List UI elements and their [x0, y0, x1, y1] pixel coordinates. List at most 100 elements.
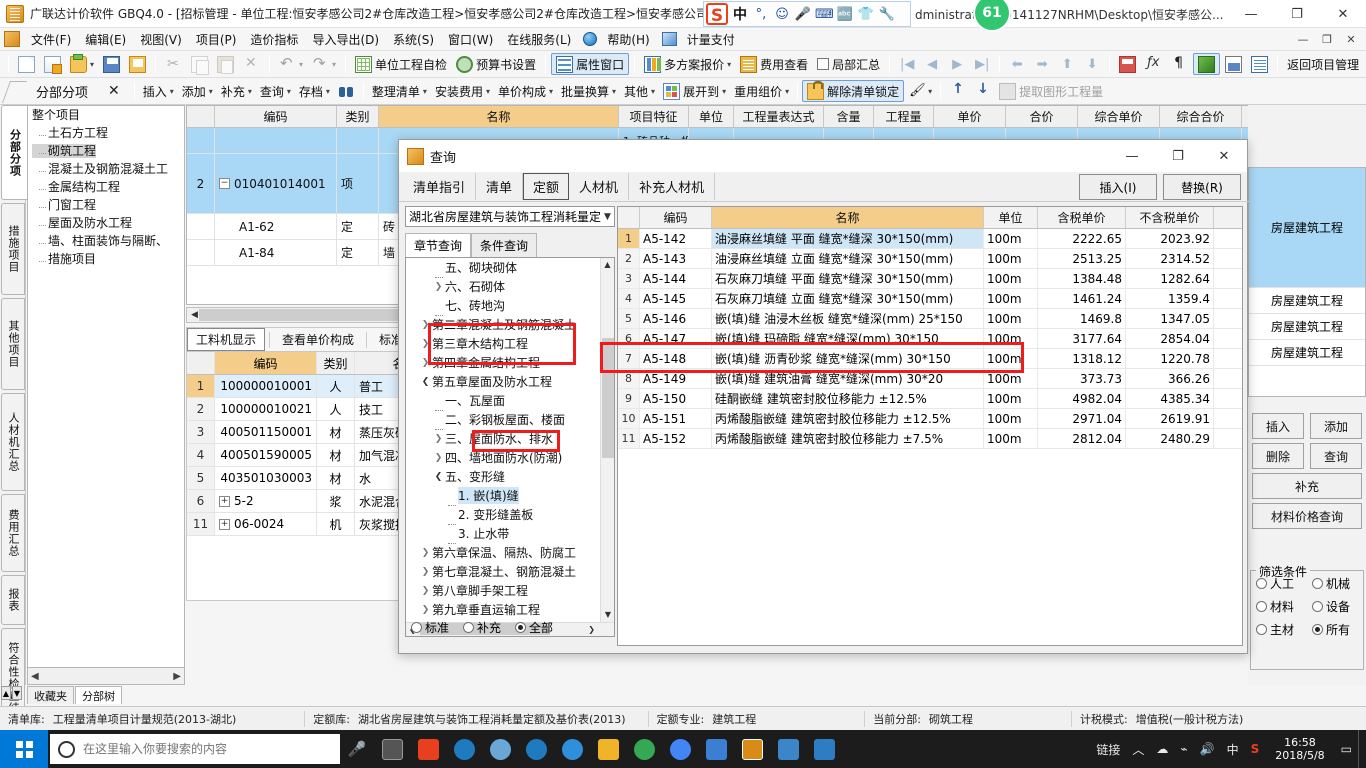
ime-chinese-icon[interactable]: 中: [731, 4, 749, 24]
return-project-button[interactable]: 返回项目管理: [1283, 53, 1363, 75]
tray-network-icon[interactable]: ⌁: [1174, 742, 1193, 756]
tree-node[interactable]: ❯ 第二章混凝土及钢筋混凝土: [406, 315, 602, 334]
tree-root[interactable]: 整个项目: [28, 106, 184, 124]
radio-icon[interactable]: [1312, 624, 1323, 635]
cell-unit[interactable]: 100m: [984, 409, 1038, 428]
taskbar-app-ie[interactable]: [554, 730, 590, 768]
tree-node[interactable]: 2. 变形缝盖板: [406, 505, 602, 525]
cell-untaxed-price[interactable]: 2480.29: [1126, 429, 1214, 448]
cell-type[interactable]: 项: [337, 154, 379, 213]
tab-section-tree[interactable]: 分部树: [75, 686, 122, 704]
chevron-down-icon[interactable]: ▾: [486, 87, 490, 96]
tab-favorites[interactable]: 收藏夹: [27, 686, 74, 704]
chevron-down-icon[interactable]: ▾: [928, 87, 932, 96]
radio-icon[interactable]: [1256, 578, 1267, 589]
cell-unit[interactable]: 100m: [984, 249, 1038, 268]
cell-code[interactable]: A5-152: [640, 429, 712, 448]
menu-view[interactable]: 视图(V): [133, 29, 189, 50]
tree-node[interactable]: 二、彩钢板屋面、楼面: [406, 410, 602, 430]
format-painter-button[interactable]: ▾: [904, 80, 936, 102]
tab-quota[interactable]: 定额: [523, 173, 570, 200]
move-row-down-button[interactable]: [970, 80, 995, 102]
cell-untaxed-price[interactable]: 4385.34: [1126, 389, 1214, 408]
cell-name[interactable]: 丙烯酸脂嵌缝 建筑密封胶位移能力 ±12.5%: [712, 409, 984, 428]
list-item[interactable]: 房屋建筑工程: [1249, 314, 1365, 340]
nav-next-button[interactable]: ▶: [945, 53, 969, 75]
delete-button[interactable]: [239, 53, 264, 75]
chevron-down-icon[interactable]: ▾: [248, 87, 252, 96]
cell-type[interactable]: 材: [317, 421, 355, 443]
list-item[interactable]: 房屋建筑工程: [1249, 288, 1365, 314]
tree-node[interactable]: 3. 止水带: [406, 524, 602, 544]
query-button[interactable]: 查询: [1310, 443, 1362, 469]
start-button[interactable]: [0, 730, 48, 768]
scroll-right-icon[interactable]: ▶: [170, 671, 184, 682]
sidebar-item-qitaxiangmu[interactable]: 其他项目: [1, 298, 25, 390]
cell-untaxed-price[interactable]: 2314.52: [1126, 249, 1214, 268]
sidebar-item-baobiao[interactable]: 报表: [1, 575, 25, 625]
reuse-pricing-button[interactable]: 重用组价 ▾: [730, 80, 793, 102]
cell-code[interactable]: 400501590005: [215, 444, 317, 466]
move-down-button[interactable]: ⬇: [1080, 53, 1104, 75]
tree-item[interactable]: 金属结构工程: [28, 178, 184, 196]
cell-name[interactable]: 嵌(填)缝 沥青砂浆 缝宽*缝深(mm) 30*150: [712, 349, 984, 368]
table-row[interactable]: 9 A5-150 硅酮嵌缝 建筑密封胶位移能力 ±12.5% 100m 4982…: [618, 389, 1242, 409]
cell-unit[interactable]: 100m: [984, 329, 1038, 348]
find-button[interactable]: [334, 80, 359, 102]
open-button[interactable]: ▾: [66, 53, 98, 75]
formula-button[interactable]: [1141, 53, 1166, 75]
cell-code[interactable]: 400501150001: [215, 421, 317, 443]
ime-emoji-icon[interactable]: ☺: [773, 7, 791, 22]
cell-code[interactable]: +5-2: [215, 490, 317, 512]
menu-window[interactable]: 窗口(W): [441, 29, 500, 50]
tree-node[interactable]: ❯ 三、屋面防水、排水: [406, 429, 602, 448]
menu-system[interactable]: 系统(S): [386, 29, 441, 50]
ime-punctuation-icon[interactable]: °,: [752, 7, 770, 22]
add-button[interactable]: 添加 ▾: [178, 80, 217, 102]
ime-handwriting-icon[interactable]: 🔤: [836, 7, 854, 22]
taskbar-clock[interactable]: 16:58 2018/5/8: [1265, 736, 1334, 762]
cell-type[interactable]: 定: [337, 240, 379, 265]
new-project-button[interactable]: [40, 53, 65, 75]
chevron-down-icon[interactable]: ❮: [432, 472, 445, 482]
ime-settings-icon[interactable]: 🔧: [878, 7, 896, 22]
action-center-icon[interactable]: ▭: [1335, 742, 1358, 756]
cell-type[interactable]: 定: [337, 214, 379, 239]
scroll-down-icon[interactable]: ▼: [12, 686, 22, 700]
cell-code[interactable]: A5-151: [640, 409, 712, 428]
chevron-right-icon[interactable]: ❯: [419, 358, 432, 368]
chevron-down-icon[interactable]: ▾: [170, 87, 174, 96]
cell-code[interactable]: [215, 128, 337, 153]
add-button[interactable]: 添加: [1310, 413, 1362, 439]
cell-name[interactable]: 石灰麻刀填缝 立面 缝宽*缝深 30*150(mm): [712, 289, 984, 308]
save-button[interactable]: [99, 53, 124, 75]
tree-node[interactable]: 五、砌块砌体: [406, 258, 602, 278]
expand-icon[interactable]: +: [219, 495, 230, 507]
property-window-button[interactable]: 属性窗口: [551, 53, 630, 75]
tree-node-chapter4[interactable]: ❯ 第四章金属结构工程: [406, 353, 602, 372]
chevron-down-icon[interactable]: ▾: [90, 60, 94, 69]
scroll-up-icon[interactable]: ▲: [1, 686, 11, 700]
table-row-highlighted[interactable]: 8 A5-149 嵌(填)缝 建筑油膏 缝宽*缝深(mm) 30*20 100m…: [618, 369, 1242, 389]
replace-button[interactable]: 替换(R): [1163, 174, 1241, 200]
radio-supplement[interactable]: 补充: [463, 619, 501, 636]
supplement-button[interactable]: 补充 ▾: [217, 80, 256, 102]
radio-equipment[interactable]: 设备: [1312, 598, 1350, 615]
supplement-button[interactable]: 补充: [1252, 473, 1362, 499]
menu-online-service[interactable]: 在线服务(L): [500, 29, 578, 50]
ime-keyboard-icon[interactable]: ⌨: [815, 7, 834, 22]
table-row[interactable]: 3 A5-144 石灰麻刀填缝 平面 缝宽*缝深 30*150(mm) 100m…: [618, 269, 1242, 289]
nav-prev-button[interactable]: ◀: [920, 53, 944, 75]
taskbar-app-chrome2[interactable]: [662, 730, 698, 768]
sidebar-item-cuoshixiangmu[interactable]: 措施项目: [1, 203, 25, 295]
chevron-right-icon[interactable]: ❯: [432, 282, 445, 292]
redo-button[interactable]: ▾: [308, 53, 340, 75]
undo-button[interactable]: ▾: [275, 53, 307, 75]
cell-untaxed-price[interactable]: 1359.4: [1126, 289, 1214, 308]
cell-type[interactable]: 材: [317, 444, 355, 466]
nav-first-button[interactable]: |◀: [895, 53, 919, 75]
cell-code[interactable]: A5-143: [640, 249, 712, 268]
radio-icon[interactable]: [463, 622, 475, 633]
cell-code[interactable]: A5-142: [640, 229, 712, 248]
chevron-right-icon[interactable]: ❯: [419, 320, 432, 330]
